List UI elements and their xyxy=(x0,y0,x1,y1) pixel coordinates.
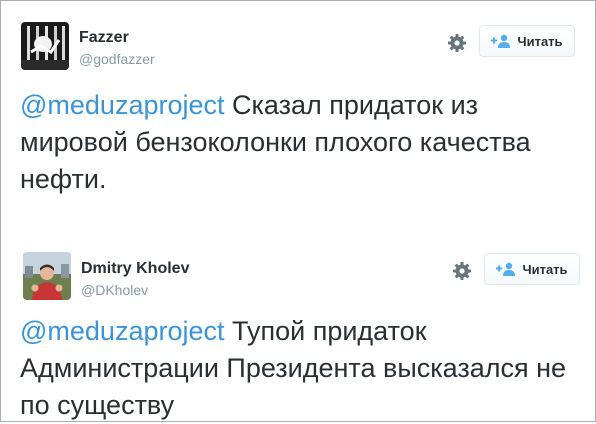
user-name[interactable]: Dmitry Kholev xyxy=(81,260,189,278)
follow-button[interactable]: Читать xyxy=(479,25,575,57)
mention-link[interactable]: @meduzaproject xyxy=(20,316,225,346)
tweet-card: Dmitry Kholev @DKholev Читать @meduzapro… xyxy=(1,237,595,421)
follow-button[interactable]: Читать xyxy=(484,253,580,285)
gear-icon[interactable] xyxy=(452,261,472,281)
tweet-card: Fazzer @godfazzer Читать @meduzaproject … xyxy=(1,1,595,213)
follow-label: Читать xyxy=(522,261,568,277)
follow-user-icon xyxy=(491,34,511,48)
tweets-frame: Fazzer @godfazzer Читать @meduzaproject … xyxy=(0,0,596,422)
user-name[interactable]: Fazzer xyxy=(79,29,129,47)
follow-label: Читать xyxy=(517,33,563,49)
follow-user-icon xyxy=(496,262,516,276)
gear-icon[interactable] xyxy=(447,33,467,53)
user-handle[interactable]: @DKholev xyxy=(81,282,148,298)
mention-link[interactable]: @meduzaproject xyxy=(20,90,225,120)
tweet-text: @meduzaproject Сказал придаток из мирово… xyxy=(20,87,580,198)
user-handle[interactable]: @godfazzer xyxy=(79,51,155,67)
tweet-text: @meduzaproject Тупой придаток Администра… xyxy=(20,313,580,424)
avatar[interactable] xyxy=(23,252,71,300)
avatar[interactable] xyxy=(21,22,69,70)
